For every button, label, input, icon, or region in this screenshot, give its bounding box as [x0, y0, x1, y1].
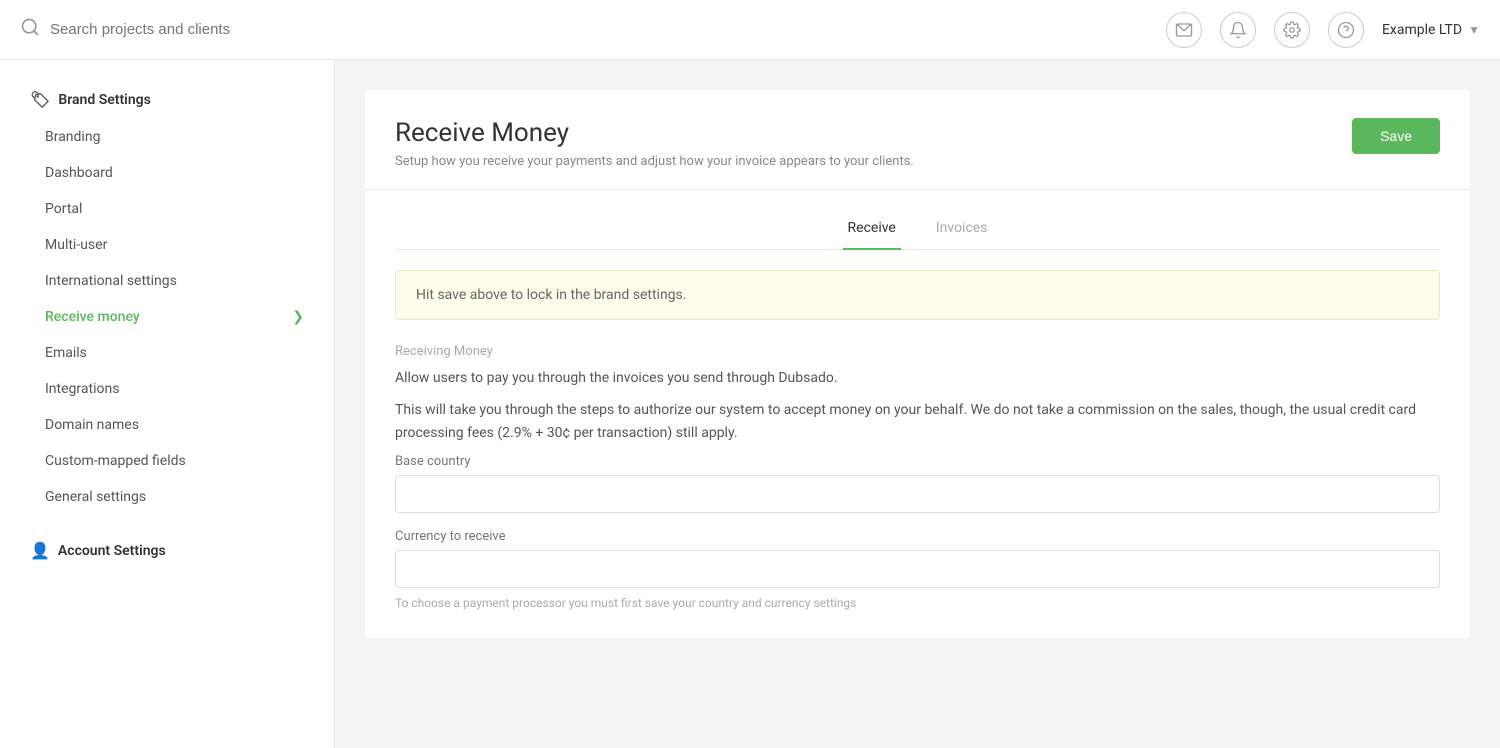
mail-icon[interactable] [1166, 12, 1202, 48]
sidebar-item-domain-names[interactable]: Domain names [0, 407, 334, 443]
tabs: Receive Invoices [395, 210, 1440, 250]
sidebar-item-dashboard[interactable]: Dashboard [0, 155, 334, 191]
help-icon[interactable] [1328, 12, 1364, 48]
info-box: Hit save above to lock in the brand sett… [395, 270, 1440, 320]
search-input[interactable] [50, 21, 350, 38]
company-selector[interactable]: Example LTD ▼ [1382, 22, 1480, 38]
base-country-input[interactable] [395, 475, 1440, 513]
company-name: Example LTD [1382, 22, 1462, 38]
content-card: Receive Money Setup how you receive your… [365, 90, 1470, 638]
sidebar-item-branding[interactable]: Branding [0, 119, 334, 155]
main-content: Receive Money Setup how you receive your… [335, 60, 1500, 748]
tab-receive[interactable]: Receive [843, 210, 901, 250]
sidebar-item-international-settings[interactable]: International settings [0, 263, 334, 299]
page-title: Receive Money [395, 118, 914, 148]
search-area [20, 17, 1166, 42]
save-button[interactable]: Save [1352, 118, 1440, 154]
sidebar-item-receive-money[interactable]: Receive money ❯ [0, 299, 334, 335]
company-chevron-icon: ▼ [1468, 23, 1480, 37]
search-icon [20, 17, 40, 42]
account-icon: 👤 [30, 541, 50, 560]
brand-settings-header: 🏷 Brand Settings [0, 80, 334, 119]
tag-icon: 🏷 [30, 90, 50, 109]
base-country-label: Base country [395, 454, 1440, 469]
currency-input[interactable] [395, 550, 1440, 588]
sidebar-item-portal[interactable]: Portal [0, 191, 334, 227]
sidebar-item-general-settings[interactable]: General settings [0, 479, 334, 515]
sidebar: 🏷 Brand Settings Branding Dashboard Port… [0, 60, 335, 748]
brand-settings-label: Brand Settings [58, 92, 151, 108]
account-settings-header: 👤 Account Settings [0, 531, 334, 570]
chevron-right-icon: ❯ [292, 309, 304, 325]
content-header: Receive Money Setup how you receive your… [395, 118, 1440, 169]
helper-text: To choose a payment processor you must f… [395, 596, 1440, 610]
sidebar-item-emails[interactable]: Emails [0, 335, 334, 371]
currency-label: Currency to receive [395, 529, 1440, 544]
section-label: Receiving Money [395, 344, 1440, 359]
tab-invoices[interactable]: Invoices [931, 210, 993, 250]
navbar: Example LTD ▼ [0, 0, 1500, 60]
navbar-actions: Example LTD ▼ [1166, 12, 1480, 48]
section-desc1: Allow users to pay you through the invoi… [395, 367, 1440, 389]
notification-icon[interactable] [1220, 12, 1256, 48]
section-desc2: This will take you through the steps to … [395, 399, 1440, 444]
sidebar-item-custom-mapped-fields[interactable]: Custom-mapped fields [0, 443, 334, 479]
title-area: Receive Money Setup how you receive your… [395, 118, 914, 169]
account-settings-label: Account Settings [58, 543, 166, 559]
info-box-text: Hit save above to lock in the brand sett… [416, 287, 686, 303]
page-subtitle: Setup how you receive your payments and … [395, 154, 914, 169]
header-divider [365, 189, 1470, 190]
sidebar-item-multi-user[interactable]: Multi-user [0, 227, 334, 263]
settings-icon[interactable] [1274, 12, 1310, 48]
app-layout: 🏷 Brand Settings Branding Dashboard Port… [0, 60, 1500, 748]
sidebar-item-integrations[interactable]: Integrations [0, 371, 334, 407]
